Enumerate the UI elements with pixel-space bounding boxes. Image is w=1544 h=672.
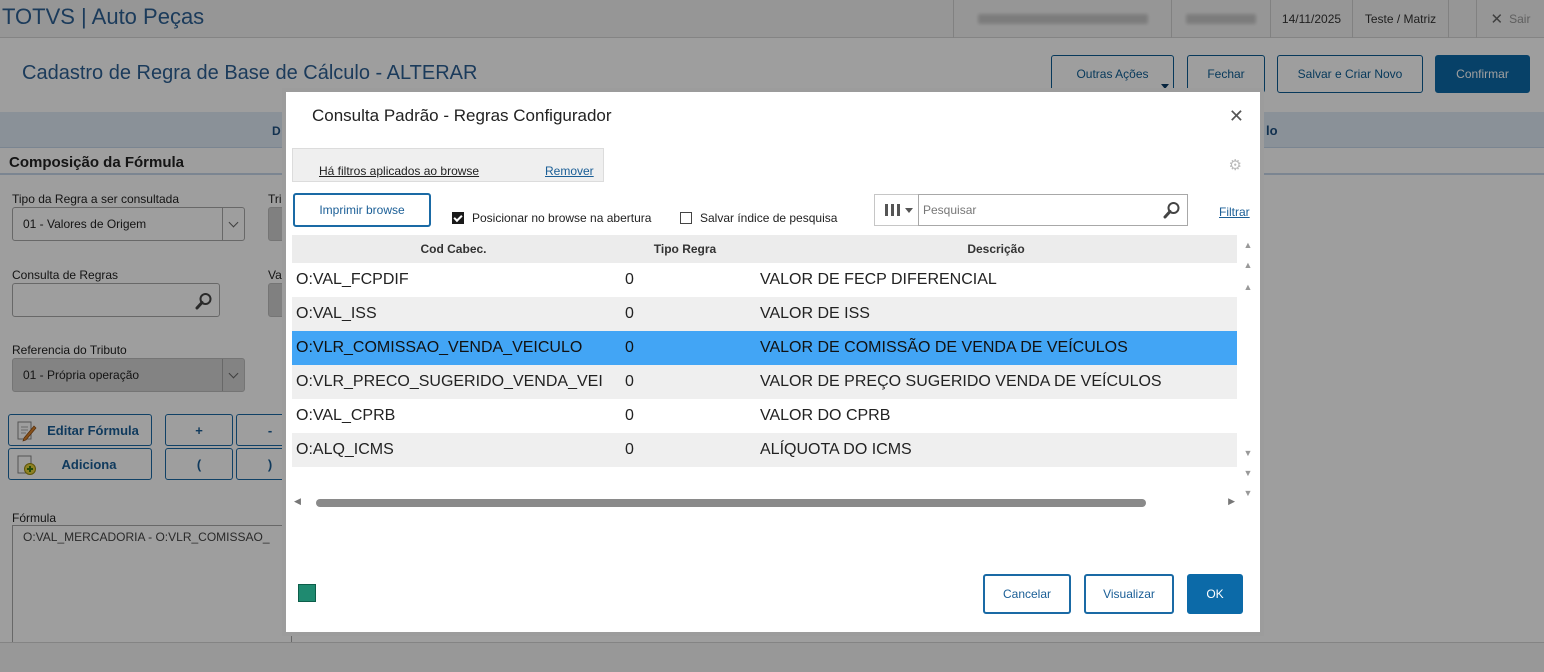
table-row[interactable]: O:ALQ_ICMS 0 ALÍQUOTA DO ICMS xyxy=(292,433,1237,467)
scroll-first-icon[interactable]: ▲ xyxy=(1242,239,1254,251)
dialog-close-icon[interactable]: ✕ xyxy=(1229,106,1244,127)
columns-icon xyxy=(884,204,913,216)
cell-desc: VALOR DO CPRB xyxy=(755,399,1237,433)
cell-type: 0 xyxy=(615,399,755,433)
gear-icon[interactable]: ⚙ xyxy=(1229,156,1242,174)
position-on-open-checkbox[interactable]: Posicionar no browse na abertura xyxy=(452,211,651,225)
dialog-title: Consulta Padrão - Regras Configurador xyxy=(312,106,612,125)
scroll-right-icon[interactable]: ▶ xyxy=(1228,496,1235,507)
filter-notice[interactable]: Há filtros aplicados ao browse xyxy=(319,164,479,178)
scroll-last-icon[interactable]: ▼ xyxy=(1242,487,1254,499)
search-input[interactable]: Pesquisar xyxy=(918,194,1188,226)
cell-type: 0 xyxy=(615,263,755,297)
print-browse-button[interactable]: Imprimir browse xyxy=(293,193,431,227)
remove-filter-link[interactable]: Remover xyxy=(545,164,594,178)
cell-desc: ALÍQUOTA DO ICMS xyxy=(755,433,1237,467)
cell-type: 0 xyxy=(615,297,755,331)
cell-type: 0 xyxy=(615,365,755,399)
col-tipo-regra[interactable]: Tipo Regra xyxy=(615,235,755,263)
scroll-down-icon[interactable]: ▼ xyxy=(1242,447,1254,459)
position-on-open-label: Posicionar no browse na abertura xyxy=(472,211,652,225)
lookup-dialog: Consulta Padrão - Regras Configurador ✕ … xyxy=(282,88,1264,636)
table-row[interactable]: O:VAL_ISS 0 VALOR DE ISS xyxy=(292,297,1237,331)
scroll-left-icon[interactable]: ◀ xyxy=(294,496,301,507)
table-row[interactable]: O:VAL_CPRB 0 VALOR DO CPRB xyxy=(292,399,1237,433)
table-header: Cod Cabec. Tipo Regra Descrição xyxy=(292,235,1237,263)
cancel-button[interactable]: Cancelar xyxy=(983,574,1071,614)
spreadsheet-icon[interactable] xyxy=(298,584,316,602)
cell-code: O:VLR_PRECO_SUGERIDO_VENDA_VEI xyxy=(292,365,615,399)
rules-table: Cod Cabec. Tipo Regra Descrição O:VAL_FC… xyxy=(292,235,1237,467)
cell-type: 0 xyxy=(615,433,755,467)
columns-toggle-button[interactable] xyxy=(874,194,922,226)
save-index-label: Salvar índice de pesquisa xyxy=(700,211,838,225)
filter-link[interactable]: Filtrar xyxy=(1219,205,1250,219)
vertical-scrollbar[interactable]: ▲ ▲ ▲ ▼ ▼ ▼ xyxy=(1237,235,1259,511)
horizontal-scroll-thumb[interactable] xyxy=(316,499,1146,507)
checkbox-checked-icon xyxy=(452,212,464,224)
cell-code: O:VAL_ISS xyxy=(292,297,615,331)
cell-desc: VALOR DE COMISSÃO DE VENDA DE VEÍCULOS xyxy=(755,331,1237,365)
search-placeholder: Pesquisar xyxy=(923,203,977,217)
save-index-checkbox[interactable]: Salvar índice de pesquisa xyxy=(680,211,837,225)
cell-desc: VALOR DE ISS xyxy=(755,297,1237,331)
table-row-selected[interactable]: O:VLR_COMISSAO_VENDA_VEICULO 0 VALOR DE … xyxy=(292,331,1237,365)
cell-code: O:VLR_COMISSAO_VENDA_VEICULO xyxy=(292,331,615,365)
table-row[interactable]: O:VLR_PRECO_SUGERIDO_VENDA_VEI 0 VALOR D… xyxy=(292,365,1237,399)
view-button[interactable]: Visualizar xyxy=(1084,574,1174,614)
search-icon[interactable] xyxy=(1163,201,1181,219)
scroll-page-down-icon[interactable]: ▼ xyxy=(1242,467,1254,479)
table-row[interactable]: O:VAL_FCPDIF 0 VALOR DE FECP DIFERENCIAL xyxy=(292,263,1237,297)
cell-desc: VALOR DE FECP DIFERENCIAL xyxy=(755,263,1237,297)
cell-code: O:VAL_FCPDIF xyxy=(292,263,615,297)
scroll-up-icon[interactable]: ▲ xyxy=(1242,281,1254,293)
col-cod-cabec[interactable]: Cod Cabec. xyxy=(292,235,615,263)
cell-type: 0 xyxy=(615,331,755,365)
col-descricao[interactable]: Descrição xyxy=(755,235,1237,263)
filter-notice-bar: Há filtros aplicados ao browse Remover xyxy=(292,148,604,182)
cell-code: O:VAL_CPRB xyxy=(292,399,615,433)
cell-desc: VALOR DE PREÇO SUGERIDO VENDA DE VEÍCULO… xyxy=(755,365,1237,399)
checkbox-unchecked-icon xyxy=(680,212,692,224)
scroll-page-up-icon[interactable]: ▲ xyxy=(1242,259,1254,271)
ok-button[interactable]: OK xyxy=(1187,574,1243,614)
cell-code: O:ALQ_ICMS xyxy=(292,433,615,467)
horizontal-scrollbar[interactable]: ◀ ▶ xyxy=(292,494,1237,512)
